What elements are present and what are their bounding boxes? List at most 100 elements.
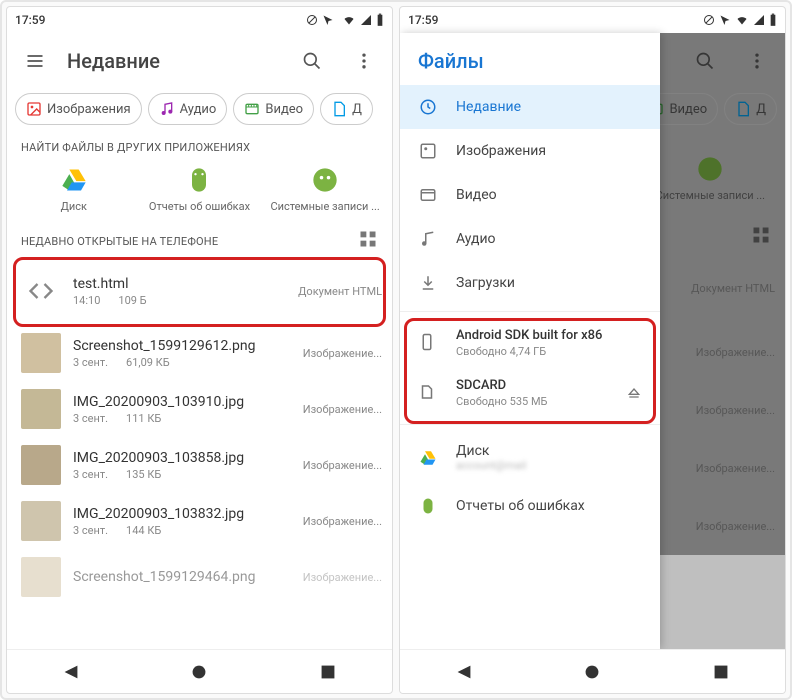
section-recent-header: НЕДАВНО ОТКРЫТЫЕ НА ТЕЛЕФОНЕ xyxy=(7,225,392,257)
divider xyxy=(400,424,660,425)
chip-images[interactable]: Изображения xyxy=(15,93,142,125)
drawer-label: Диск xyxy=(456,443,526,459)
drawer-label: Видео xyxy=(456,187,497,203)
video-icon xyxy=(418,185,438,205)
file-type: Изображение... xyxy=(303,515,382,528)
wifi-icon xyxy=(342,14,356,26)
drawer-label: Изображения xyxy=(456,143,546,159)
drawer-item-images[interactable]: Изображения xyxy=(400,129,660,173)
file-row[interactable]: Screenshot_1599129612.png 3 сент. 61,09 КБ… xyxy=(7,325,392,381)
view-toggle-button[interactable] xyxy=(358,229,382,253)
file-time: 3 сент. xyxy=(73,524,108,537)
file-row[interactable]: Screenshot_1599129464.png Изображение... xyxy=(7,549,392,605)
thumbnail-icon xyxy=(21,557,61,597)
storage-free: Свободно 535 МБ xyxy=(456,395,608,408)
code-icon xyxy=(21,271,61,311)
more-button[interactable] xyxy=(344,41,384,81)
android-icon xyxy=(311,166,339,194)
drawer-item-bugreport[interactable]: Отчеты об ошибках xyxy=(400,484,660,528)
storage-title: Android SDK built for x86 xyxy=(456,328,642,343)
file-size: 61,09 КБ xyxy=(126,356,170,369)
eject-button[interactable] xyxy=(626,385,642,401)
file-row[interactable]: IMG_20200903_103910.jpg3 сент.111 КБ Изо… xyxy=(7,381,392,437)
file-row[interactable]: IMG_20200903_103832.jpg3 сент.144 КБ Изо… xyxy=(7,493,392,549)
chip-audio[interactable]: Аудио xyxy=(148,93,228,125)
file-time: 3 сент. xyxy=(73,356,108,369)
chip-label: Видео xyxy=(265,102,303,117)
file-name: IMG_20200903_103858.jpg xyxy=(73,450,291,466)
image-icon xyxy=(418,141,438,161)
thumbnail-icon xyxy=(21,389,61,429)
section-find-apps: НАЙТИ ФАЙЛЫ В ДРУГИХ ПРИЛОЖЕНИЯХ xyxy=(7,135,392,160)
status-time: 17:59 xyxy=(15,13,45,27)
file-row[interactable]: test.html 14:10109 Б Документ HTML xyxy=(7,257,392,325)
phone-left: 17:59 Недавние Изображения Аудио Видео Д… xyxy=(6,6,393,694)
file-type: Изображение... xyxy=(303,347,382,360)
file-size: 135 КБ xyxy=(126,468,161,481)
download-icon xyxy=(418,273,438,293)
file-type: Изображение... xyxy=(303,571,382,584)
storage-title: SDCARD xyxy=(456,378,608,393)
storage-free: Свободно 4,74 ГБ xyxy=(456,345,642,358)
nav-bar xyxy=(7,649,392,693)
chip-label: Аудио xyxy=(180,102,217,117)
nav-home-button[interactable] xyxy=(188,661,210,683)
file-time: 14:10 xyxy=(73,294,100,307)
nav-drawer: Файлы Недавние Изображения Видео Аудио З… xyxy=(400,33,660,649)
android-icon xyxy=(418,496,438,516)
app-bar: Недавние xyxy=(7,33,392,89)
file-size: 109 Б xyxy=(118,294,146,307)
chip-docs[interactable]: Д xyxy=(320,93,373,125)
app-drive[interactable]: Диск xyxy=(12,166,136,213)
file-time: 3 сент. xyxy=(73,412,108,425)
file-size: 111 КБ xyxy=(126,412,161,425)
drawer-item-audio[interactable]: Аудио xyxy=(400,217,660,261)
file-name: test.html xyxy=(73,276,286,292)
no-sim-icon xyxy=(306,14,318,26)
sd-icon xyxy=(418,383,438,403)
nav-back-button[interactable] xyxy=(453,661,475,683)
video-icon xyxy=(244,101,260,117)
apps-row: Диск Отчеты об ошибках Системные записи … xyxy=(7,160,392,225)
file-size: 144 КБ xyxy=(126,524,161,537)
android-icon xyxy=(185,166,213,194)
storage-sdcard[interactable]: SDCARD Свободно 535 МБ xyxy=(400,368,660,418)
nav-recent-button[interactable] xyxy=(317,661,339,683)
nav-back-button[interactable] xyxy=(60,661,82,683)
drawer-item-video[interactable]: Видео xyxy=(400,173,660,217)
drawer-item-recent[interactable]: Недавние xyxy=(400,85,660,129)
image-icon xyxy=(26,101,42,117)
page-title: Недавние xyxy=(67,49,280,73)
filter-chips: Изображения Аудио Видео Д xyxy=(7,89,392,135)
nav-home-button[interactable] xyxy=(581,661,603,683)
music-icon xyxy=(418,229,438,249)
file-row[interactable]: IMG_20200903_103858.jpg3 сент.135 КБ Изо… xyxy=(7,437,392,493)
storage-internal[interactable]: Android SDK built for x86 Свободно 4,74 Г… xyxy=(400,318,660,368)
file-time: 3 сент. xyxy=(73,468,108,481)
battery-icon xyxy=(376,13,384,27)
app-syslogs[interactable]: Системные записи ... xyxy=(263,166,387,213)
phone-icon xyxy=(418,333,438,353)
chip-video[interactable]: Видео xyxy=(233,93,314,125)
chip-label: Д xyxy=(352,102,362,117)
menu-button[interactable] xyxy=(15,41,55,81)
nav-recent-button[interactable] xyxy=(710,661,732,683)
drawer-label: Аудио xyxy=(456,231,496,247)
file-name: Screenshot_1599129612.png xyxy=(73,338,291,354)
search-button[interactable] xyxy=(292,41,332,81)
app-bugreport[interactable]: Отчеты об ошибках xyxy=(137,166,261,213)
drawer-item-downloads[interactable]: Загрузки xyxy=(400,261,660,305)
drawer-label: Недавние xyxy=(456,99,521,115)
chip-label: Изображения xyxy=(47,102,131,117)
drawer-label: Загрузки xyxy=(456,275,515,291)
phone-right: 17:59 Видео Д xyxy=(399,6,786,694)
app-label: Отчеты об ошибках xyxy=(149,200,250,213)
signal-icon xyxy=(360,14,372,26)
thumbnail-icon xyxy=(21,333,61,373)
drawer-item-drive[interactable]: Дискaccount@mail xyxy=(400,431,660,484)
doc-icon xyxy=(331,101,347,117)
section-recent-label: НЕДАВНО ОТКРЫТЫЕ НА ТЕЛЕФОНЕ xyxy=(21,235,218,248)
app-label: Системные записи ... xyxy=(270,200,379,213)
divider xyxy=(400,311,660,312)
drive-icon xyxy=(60,166,88,194)
